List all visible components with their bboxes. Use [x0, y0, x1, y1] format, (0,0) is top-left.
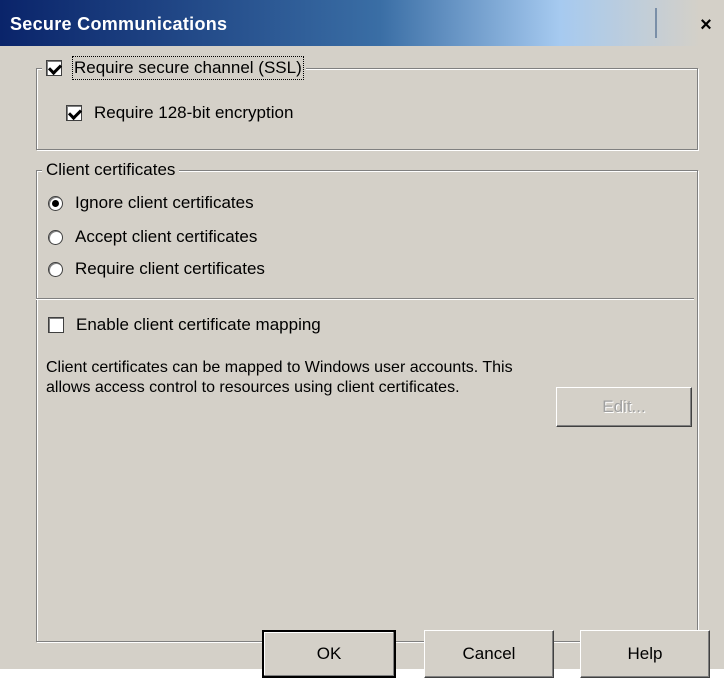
- help-button[interactable]: Help: [580, 630, 710, 678]
- require-certs-option[interactable]: Require client certificates: [48, 257, 265, 281]
- require-certs-label: Require client certificates: [75, 259, 265, 278]
- accept-certs-label: Accept client certificates: [75, 227, 258, 246]
- help-label: Help: [627, 644, 663, 663]
- enable-mapping-option[interactable]: Enable client certificate mapping: [48, 313, 321, 337]
- edit-button[interactable]: Edit...: [556, 387, 692, 427]
- title-bar: Secure Communications ×: [0, 0, 724, 46]
- ignore-certs-radio[interactable]: [48, 195, 63, 211]
- client-certificates-legend: Client certificates: [42, 160, 180, 180]
- require-ssl-option[interactable]: Require secure channel (SSL): [42, 56, 306, 80]
- accept-certs-option[interactable]: Accept client certificates: [48, 225, 257, 249]
- mapping-description: Client certificates can be mapped to Win…: [46, 359, 513, 396]
- ignore-certs-label: Ignore client certificates: [75, 193, 254, 212]
- require-ssl-checkbox[interactable]: [46, 60, 62, 76]
- group-divider: [36, 298, 694, 300]
- ignore-certs-option[interactable]: Ignore client certificates: [48, 191, 254, 215]
- cancel-button[interactable]: Cancel: [424, 630, 554, 678]
- enable-mapping-label: Enable client certificate mapping: [76, 315, 321, 334]
- require-ssl-label: Require secure channel (SSL): [72, 56, 304, 80]
- enable-mapping-checkbox[interactable]: [48, 317, 64, 333]
- accept-certs-radio[interactable]: [48, 229, 63, 245]
- require-128-label: Require 128-bit encryption: [94, 103, 294, 122]
- require-128-checkbox[interactable]: [66, 105, 82, 121]
- close-icon[interactable]: ×: [693, 14, 719, 36]
- ok-button[interactable]: OK: [262, 630, 396, 678]
- secure-communications-dialog: Secure Communications × Require secure c…: [0, 0, 724, 678]
- require-128-option[interactable]: Require 128-bit encryption: [66, 101, 293, 125]
- cancel-label: Cancel: [462, 644, 516, 663]
- dialog-title: Secure Communications: [10, 14, 228, 34]
- require-certs-radio[interactable]: [48, 261, 63, 277]
- title-bar-separator: [655, 8, 657, 38]
